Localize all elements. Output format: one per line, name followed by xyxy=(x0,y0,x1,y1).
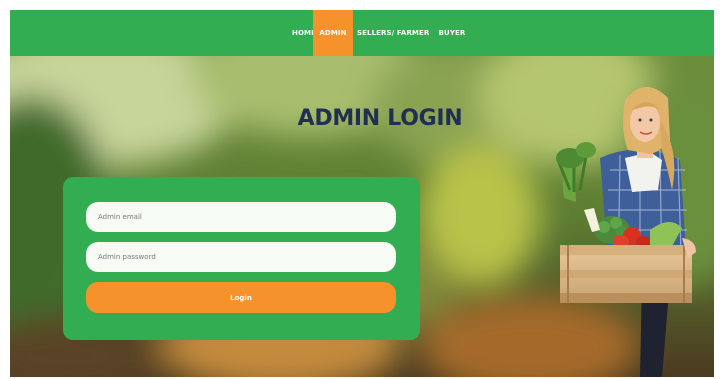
page-title: ADMIN LOGIN xyxy=(297,106,463,131)
admin-password-input[interactable] xyxy=(86,242,396,272)
nav-buyer-link[interactable]: BUYER xyxy=(437,10,467,56)
browser-viewport: HOME ADMIN SELLERS/ FARMER BUYER ADMIN L… xyxy=(10,10,714,377)
admin-login-form: Login xyxy=(63,177,420,340)
top-navbar: HOME ADMIN SELLERS/ FARMER BUYER xyxy=(10,10,714,56)
nav-admin-link[interactable]: ADMIN xyxy=(313,10,353,56)
farmer-with-vegetable-crate-image xyxy=(556,86,696,377)
admin-email-input[interactable] xyxy=(86,202,396,232)
hero-section: ADMIN LOGIN Login xyxy=(10,56,714,377)
nav-sellers-farmer-link[interactable]: SELLERS/ FARMER xyxy=(357,10,429,56)
login-button[interactable]: Login xyxy=(86,282,396,313)
